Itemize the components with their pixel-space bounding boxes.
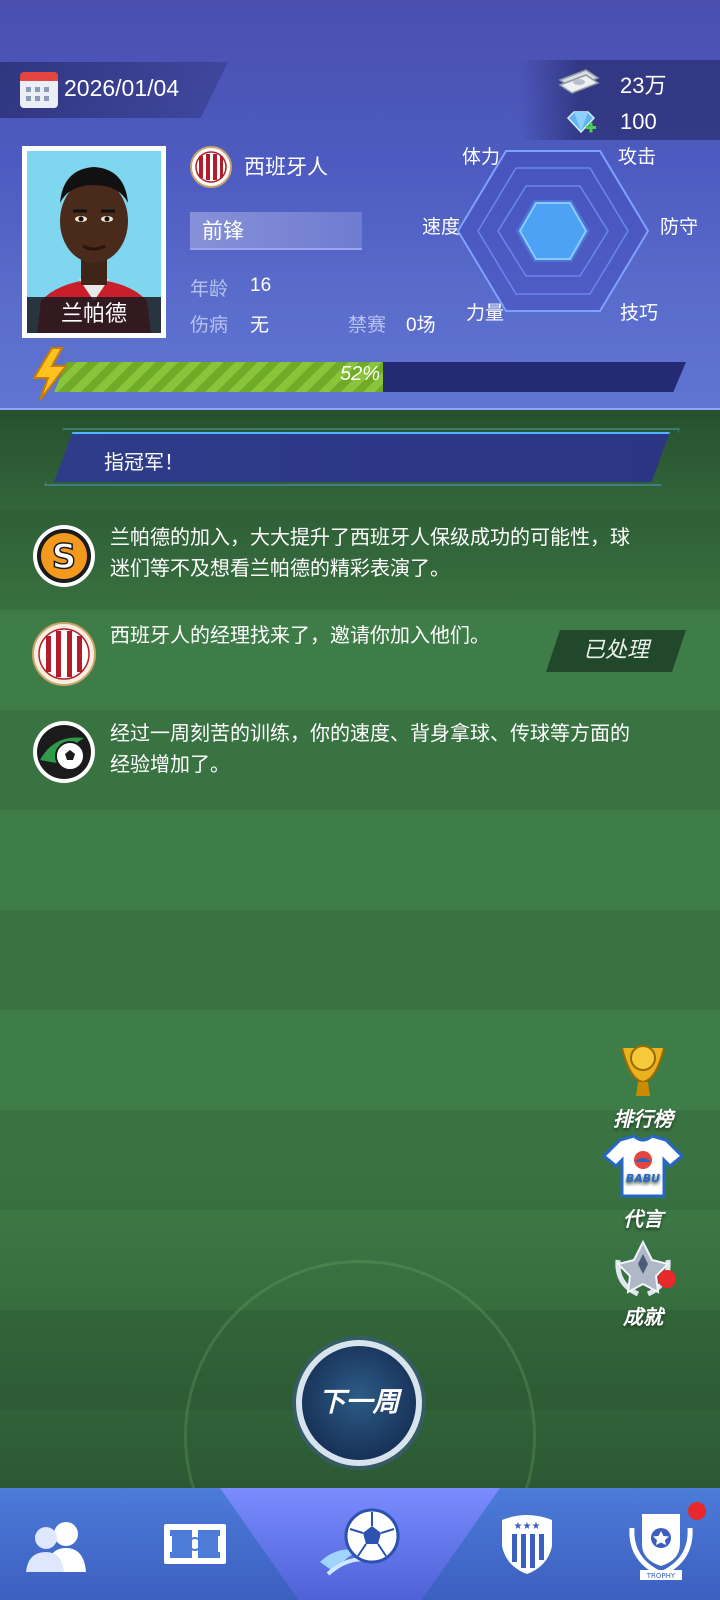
energy-progress-fill (54, 362, 383, 392)
injury-value: 无 (250, 315, 270, 336)
svg-text:S: S (52, 537, 77, 577)
trophy-label-text: TROPHY (646, 1572, 676, 1580)
ban-value: 0场 (406, 315, 436, 336)
energy-progress-text: 52% (340, 363, 381, 385)
achievement-label: 成就 (623, 1305, 663, 1329)
endorsement-label: 代言 (623, 1207, 663, 1231)
team-name: 西班牙人 (244, 155, 328, 179)
gems-value: 100 (620, 109, 657, 134)
headline-text: 指冠军！ (104, 450, 184, 474)
player-name: 兰帕德 (27, 297, 161, 333)
money-value: 23万 (620, 73, 667, 98)
position-badge: 前锋 (190, 212, 362, 250)
nav-match[interactable] (150, 1488, 240, 1600)
player-header: 2026/01/04 23万 100 兰帕德 西班牙人 前锋 年龄 16 伤病 … (0, 0, 720, 410)
stat-defense: 防守 (660, 216, 699, 238)
calendar-icon (20, 72, 58, 108)
team-badge-icon (32, 622, 96, 686)
handled-button[interactable]: 已处理 (546, 630, 686, 672)
news-text: 兰帕德的加入，大大提升了西班牙人保级成功的可能性，球迷们等不及想看兰帕德的精彩表… (110, 525, 630, 580)
svg-text:★★★: ★★★ (514, 1521, 541, 1532)
trophy-icon: TROPHY (629, 1514, 693, 1580)
ranking-button[interactable]: 排行榜 (598, 1040, 688, 1132)
news-item: S 兰帕德的加入，大大提升了西班牙人保级成功的可能性，球迷们等不及想看兰帕德的精… (0, 508, 720, 606)
news-item: 经过一周刻苦的训练，你的速度、背身拿球、传球等方面的经验增加了。 (0, 704, 720, 802)
club-crest-icon: ★★★ (502, 1515, 552, 1574)
pitch-icon (164, 1524, 226, 1564)
headline-banner: 指冠军！ (54, 432, 670, 482)
cash-icon (558, 69, 600, 94)
ranking-label: 排行榜 (613, 1107, 673, 1131)
player-portrait-card[interactable]: 兰帕德 (22, 146, 166, 338)
football-training-icon (33, 721, 95, 783)
diamond-icon (566, 111, 596, 134)
injury-label: 伤病 (190, 314, 229, 336)
news-feed-area: 指冠军！ S 兰帕德的加入，大大提升了西班牙人保级成功的可能性，球迷们等不及想看… (0, 410, 720, 1600)
s-coin-icon: S (33, 525, 95, 587)
achievement-button[interactable]: 成就 (598, 1239, 688, 1330)
nav-team[interactable] (0, 1488, 150, 1600)
stat-speed: 速度 (422, 216, 461, 238)
trophy-cup-icon (621, 1045, 665, 1096)
attribute-radar (456, 150, 650, 312)
trophy-notification-dot (688, 1502, 706, 1520)
team-badge-icon (190, 146, 232, 188)
news-text: 西班牙人的经理找来了，邀请你加入他们。 (110, 623, 490, 647)
nav-career[interactable] (290, 1488, 430, 1600)
stat-attack: 攻击 (618, 146, 657, 168)
jersey-sponsor-text: BABU (626, 1172, 660, 1185)
lightning-icon (32, 347, 69, 401)
stat-stamina: 体力 (462, 146, 501, 168)
bottom-nav: ★★★ TROPHY (0, 1488, 720, 1600)
age-value: 16 (250, 275, 272, 296)
endorsement-button[interactable]: BABU 代言 (598, 1134, 688, 1232)
age-label: 年龄 (190, 278, 229, 300)
jersey-icon: BABU (601, 1134, 685, 1198)
next-week-button[interactable]: 下一周 (296, 1340, 422, 1466)
players-icon (26, 1522, 86, 1572)
football-icon (320, 1508, 400, 1576)
ban-label: 禁赛 (348, 314, 387, 336)
stat-skill: 技巧 (620, 302, 659, 324)
current-date: 2026/01/04 (64, 75, 180, 101)
achievement-notification-dot (658, 1270, 676, 1288)
stat-strength: 力量 (466, 302, 505, 324)
news-text: 经过一周刻苦的训练，你的速度、背身拿球、传球等方面的经验增加了。 (110, 721, 630, 776)
nav-club[interactable]: ★★★ (480, 1488, 590, 1600)
